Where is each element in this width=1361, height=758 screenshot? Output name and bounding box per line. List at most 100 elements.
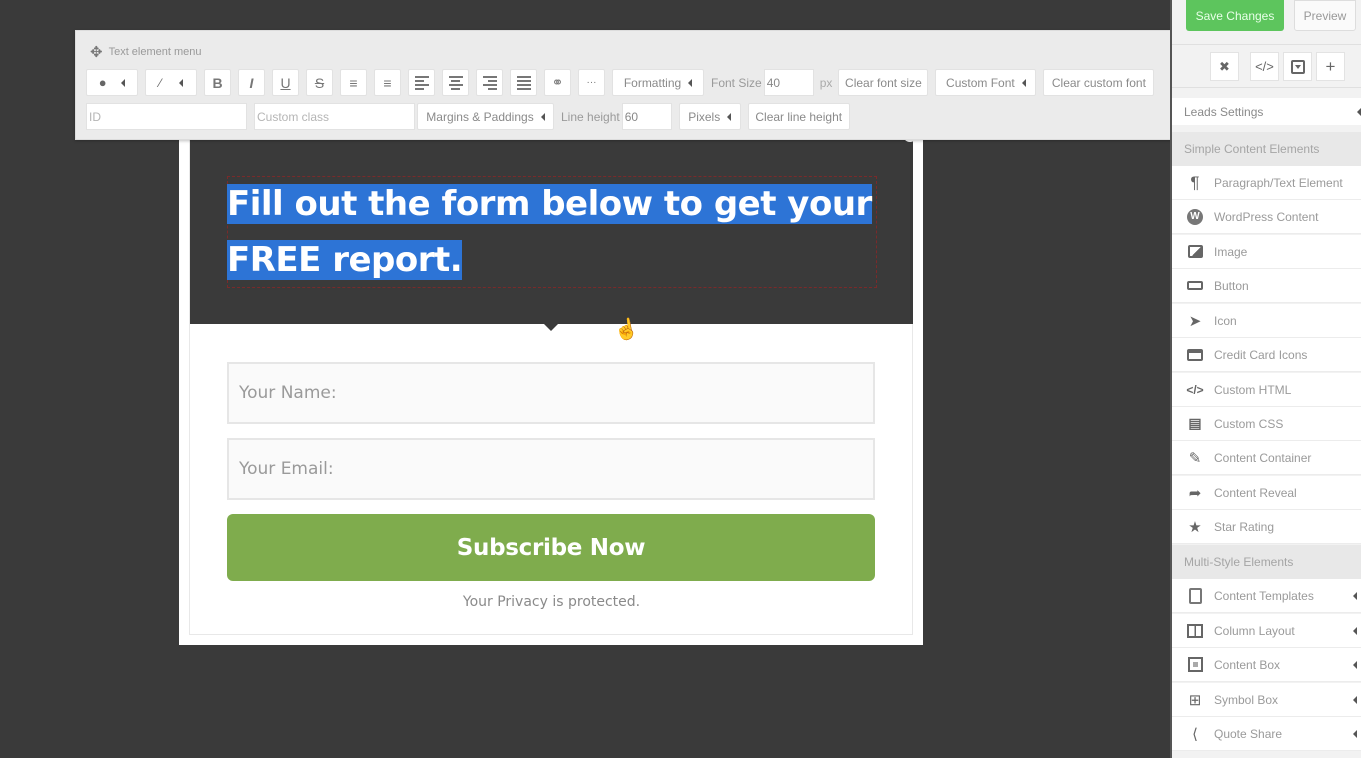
subscribe-button[interactable]: Subscribe Now (227, 514, 875, 581)
custom-class-input[interactable] (254, 103, 415, 130)
code-tool-button[interactable]: </> (1250, 52, 1279, 81)
sidebar-item-paragraph[interactable]: ¶ Paragraph/Text Element (1172, 166, 1361, 200)
line-height-label: Line height (561, 109, 620, 124)
sidebar-item-label: Image (1214, 244, 1248, 259)
sidebar-item-label: Icon (1214, 313, 1237, 328)
pixels-dropdown[interactable]: Pixels (678, 103, 741, 130)
font-size-label: Font Size (711, 75, 762, 90)
line-height-input[interactable] (621, 103, 672, 130)
file-icon (1186, 587, 1204, 604)
sidebar-item-credit-card-icons[interactable]: Credit Card Icons (1172, 338, 1361, 372)
formatting-dropdown[interactable]: Formatting (612, 69, 704, 96)
numbered-list-button[interactable]: ≡ (374, 69, 401, 96)
sidebar-item-content-container[interactable]: ✎ Content Container (1172, 441, 1361, 475)
caret-left-icon (121, 78, 126, 87)
leads-settings-dropdown[interactable]: Leads Settings (1172, 98, 1361, 125)
content-box-icon (1186, 657, 1204, 672)
settings-tool-button[interactable]: ✖ (1210, 52, 1239, 81)
preview-button[interactable]: Preview (1294, 0, 1356, 31)
sidebar-item-label: Paragraph/Text Element (1214, 175, 1343, 190)
strikethrough-button[interactable]: S (306, 69, 333, 96)
align-center-button[interactable] (442, 69, 469, 96)
align-left-button[interactable] (408, 69, 435, 96)
pixels-label: Pixels (688, 109, 721, 124)
sidebar-item-content-box[interactable]: Content Box (1172, 648, 1361, 682)
privacy-text: Your Privacy is protected. (462, 594, 641, 610)
optin-form-container: Fill out the form below to get your FREE… (179, 120, 923, 645)
sidebar-item-label: Content Reveal (1214, 485, 1297, 500)
wordpress-icon: W (1186, 208, 1204, 225)
sidebar-item-custom-css[interactable]: ▤ Custom CSS (1172, 407, 1361, 441)
caret-left-icon (1353, 626, 1357, 635)
more-button[interactable]: ··· (578, 69, 605, 96)
sidebar-item-quote-share[interactable]: ⟨ Quote Share (1172, 717, 1361, 751)
sidebar-item-label: Content Templates (1214, 588, 1314, 603)
headline-line-1[interactable]: Fill out the form below to get your (227, 184, 872, 224)
code-icon: </> (1186, 382, 1204, 397)
collapse-tool-button[interactable] (1283, 52, 1312, 81)
id-input[interactable] (86, 103, 247, 130)
plus-icon: + (1325, 56, 1336, 76)
star-icon: ★ (1188, 518, 1202, 536)
toolbar-title[interactable]: ✥ Text element menu (90, 43, 202, 61)
custom-font-label: Custom Font (946, 75, 1015, 90)
palette-icon: ● (98, 75, 107, 90)
toolbar-row-1: ● ⁄ B I U S ≡ ≡ ⚭ ··· Formatting Font Si… (86, 69, 1161, 96)
justify-button[interactable] (510, 69, 537, 96)
caret-left-icon (540, 112, 545, 121)
share-arrow-icon: ➦ (1188, 484, 1202, 502)
font-size-input[interactable] (763, 69, 814, 96)
margins-paddings-label: Margins & Paddings (426, 109, 534, 124)
underline-button[interactable]: U (272, 69, 299, 96)
sidebar-item-symbol-box[interactable]: ⊞ Symbol Box (1172, 683, 1361, 717)
caret-left-icon (727, 112, 732, 121)
rocket-icon: ➤ (1188, 312, 1202, 330)
sidebar-item-label: Custom HTML (1214, 382, 1292, 397)
columns-icon (1186, 623, 1204, 638)
align-right-button[interactable] (476, 69, 503, 96)
clear-custom-font-button[interactable]: Clear custom font (1043, 69, 1155, 96)
margins-paddings-dropdown[interactable]: Margins & Paddings (417, 103, 554, 130)
clear-line-height-button[interactable]: Clear line height (747, 103, 850, 130)
clear-font-size-button[interactable]: Clear font size (838, 69, 929, 96)
toolbar-title-label: Text element menu (108, 46, 202, 58)
header-pointer (544, 324, 558, 331)
link-button[interactable]: ⚭ (544, 69, 571, 96)
add-tool-button[interactable]: + (1316, 52, 1345, 81)
elements-sidebar: Save Changes Preview ✖ </> + Leads Setti… (1170, 0, 1361, 758)
highlight-dropdown[interactable]: ⁄ (145, 69, 197, 96)
sidebar-item-column-layout[interactable]: Column Layout (1172, 614, 1361, 648)
settings-icon: ✖ (1219, 58, 1230, 74)
headline-line-2[interactable]: FREE report. (227, 240, 463, 280)
bullet-list-button[interactable]: ≡ (340, 69, 367, 96)
headline-text-element[interactable]: Fill out the form below to get your FREE… (227, 176, 877, 288)
sidebar-item-content-templates[interactable]: Content Templates (1172, 579, 1361, 613)
sidebar-item-label: Credit Card Icons (1214, 347, 1308, 362)
caret-left-icon (1353, 695, 1357, 704)
sidebar-item-custom-html[interactable]: </> Custom HTML (1172, 373, 1361, 407)
sidebar-item-icon[interactable]: ➤ Icon (1172, 304, 1361, 338)
custom-font-dropdown[interactable]: Custom Font (935, 69, 1037, 96)
name-field[interactable] (227, 362, 875, 424)
save-changes-button[interactable]: Save Changes (1186, 0, 1284, 31)
sidebar-item-star-rating[interactable]: ★ Star Rating (1172, 510, 1361, 544)
italic-icon: I (249, 74, 254, 91)
sidebar-item-wordpress-content[interactable]: W WordPress Content (1172, 200, 1361, 234)
caret-left-icon (1357, 107, 1361, 116)
bold-button[interactable]: B (204, 69, 231, 96)
sidebar-item-content-reveal[interactable]: ➦ Content Reveal (1172, 476, 1361, 510)
share-icon: ⟨ (1192, 725, 1198, 743)
move-icon[interactable]: ✥ (90, 43, 103, 61)
sidebar-item-image[interactable]: Image (1172, 235, 1361, 269)
link-icon: ⚭ (551, 74, 564, 90)
sidebar-item-label: Symbol Box (1214, 692, 1279, 707)
color-picker-dropdown[interactable]: ● (86, 69, 138, 96)
justify-icon (516, 75, 531, 90)
email-field[interactable] (227, 438, 875, 500)
sidebar-item-label: Quote Share (1214, 726, 1283, 741)
brush-icon: ⁄ (159, 75, 162, 90)
italic-button[interactable]: I (238, 69, 265, 96)
paragraph-icon: ¶ (1190, 172, 1200, 192)
section-multi-style-elements: Multi-Style Elements (1172, 545, 1361, 579)
sidebar-item-button[interactable]: Button (1172, 269, 1361, 303)
